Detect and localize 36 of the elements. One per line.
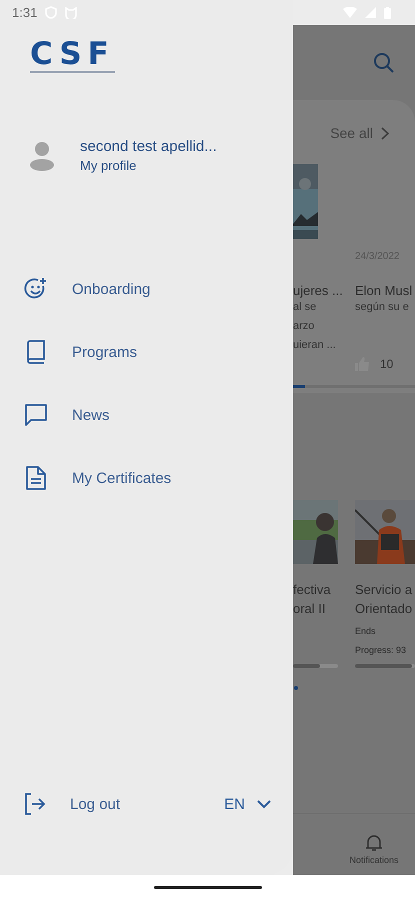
program-title: fectiva <box>293 581 332 599</box>
news-excerpt: arzo <box>293 319 316 334</box>
news-excerpt: según su e <box>355 300 410 315</box>
menu-item[interactable]: Onboarding <box>24 277 293 301</box>
document-icon <box>24 466 48 490</box>
avatar-icon <box>28 140 56 170</box>
news-excerpt: al se <box>293 300 318 315</box>
bell-icon <box>366 834 382 852</box>
chevron-right-icon <box>381 126 389 140</box>
my-profile-link[interactable]: My profile <box>80 158 217 173</box>
notifications-label: Notifications <box>349 855 399 865</box>
news-title: Elon Musl <box>355 283 414 298</box>
carousel-indicator <box>293 385 305 388</box>
home-indicator[interactable] <box>154 886 262 889</box>
chevron-down-icon <box>257 800 271 808</box>
status-time: 1:31 <box>12 5 38 20</box>
chat-icon <box>24 404 48 426</box>
program-progress-text: Progress: 93 <box>355 645 408 656</box>
logout-button[interactable]: Log out <box>24 793 120 815</box>
book-icon <box>24 340 48 364</box>
program-title: Orientado <box>355 600 414 618</box>
program-end-date: Ends <box>355 626 377 637</box>
smiley-icon <box>24 277 48 301</box>
profile-name: second test apellid... <box>80 138 217 155</box>
language-selector[interactable]: EN <box>224 796 271 812</box>
program-title: oral II <box>293 600 327 618</box>
menu-item[interactable]: Programs <box>24 340 293 364</box>
like-count: 10 <box>380 357 394 371</box>
logout-icon <box>24 793 46 815</box>
logo: CSF <box>30 38 115 73</box>
news-excerpt: uieran ... <box>293 338 337 353</box>
menu-item[interactable]: News <box>24 403 293 427</box>
search-icon <box>373 52 395 74</box>
program-title: Servicio a <box>355 581 414 599</box>
menu-item[interactable]: My Certificates <box>24 466 293 490</box>
carousel-dot <box>294 686 298 690</box>
